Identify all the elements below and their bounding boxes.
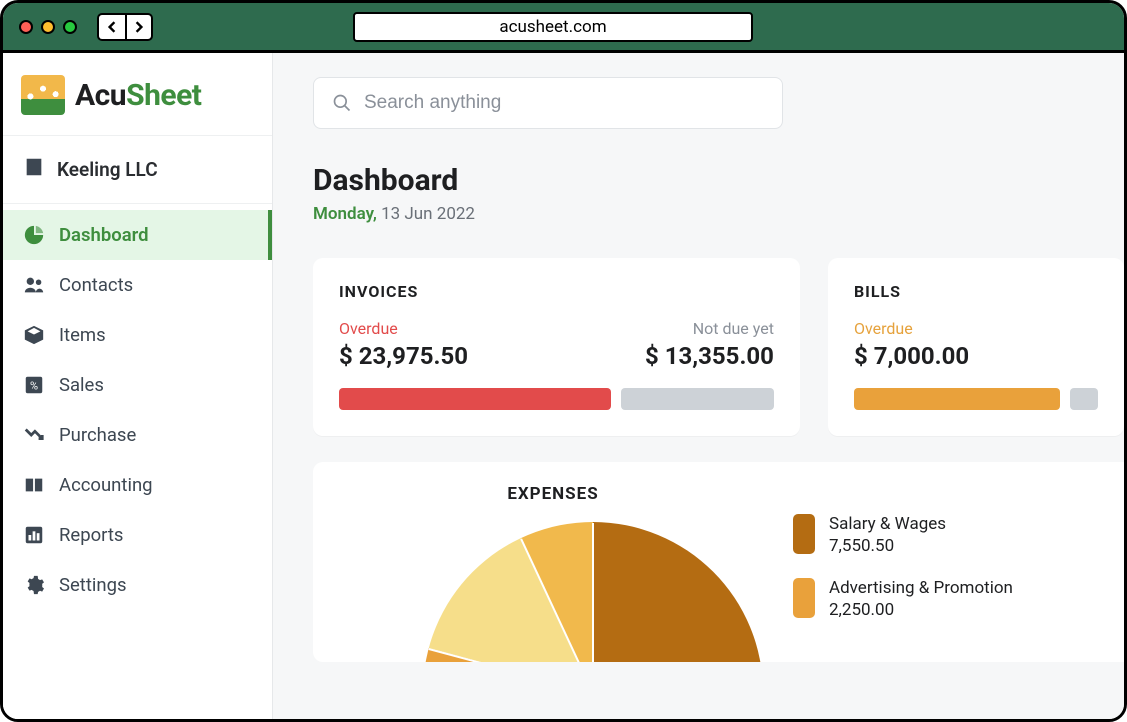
stat-label: Not due yet (645, 319, 774, 338)
sidebar-item-label: Settings (59, 574, 127, 596)
org-selector[interactable]: Keeling LLC (3, 136, 272, 204)
legend-item[interactable]: Advertising & Promotion 2,250.00 (793, 578, 1013, 620)
search-box[interactable] (313, 77, 783, 129)
invoices-stats: Overdue $ 23,975.50 Not due yet $ 13,355… (339, 319, 774, 370)
invoices-progress (339, 388, 774, 410)
stat-label: Overdue (854, 319, 1098, 338)
sidebar-item-label: Contacts (59, 274, 133, 296)
sidebar-item-label: Dashboard (59, 224, 149, 246)
search-icon (332, 93, 352, 113)
sidebar-item-accounting[interactable]: Accounting (3, 460, 272, 510)
stat-label: Overdue (339, 319, 468, 338)
legend-value: 2,250.00 (829, 600, 1013, 620)
legend-item[interactable]: Salary & Wages 7,550.50 (793, 514, 1013, 556)
expenses-pie-chart (423, 522, 763, 662)
app-root: AcuSheet Keeling LLC Dashboard (3, 53, 1124, 719)
card-title: EXPENSES (343, 484, 763, 504)
brand-logo-icon (21, 75, 65, 115)
overdue-bar (339, 388, 611, 410)
browser-forward-button[interactable] (125, 13, 153, 41)
brand-logo-text: AcuSheet (75, 78, 201, 113)
expenses-legend: Salary & Wages 7,550.50 Advertising & Pr… (793, 514, 1013, 620)
page-title: Dashboard (313, 163, 1124, 198)
sidebar-item-sales[interactable]: % Sales (3, 360, 272, 410)
legend-swatch (793, 514, 815, 554)
sidebar-item-contacts[interactable]: Contacts (3, 260, 272, 310)
sidebar-item-items[interactable]: Items (3, 310, 272, 360)
browser-back-button[interactable] (97, 13, 125, 41)
trend-down-icon (23, 424, 45, 446)
sidebar-item-settings[interactable]: Settings (3, 560, 272, 610)
org-name: Keeling LLC (57, 158, 158, 181)
page-date: Monday, 13 Jun 2022 (313, 204, 1124, 224)
browser-nav-arrows (97, 13, 153, 41)
brand-part2: Sheet (126, 78, 201, 113)
svg-text:%: % (30, 380, 38, 393)
sidebar-item-label: Reports (59, 524, 123, 546)
overdue-bar (854, 388, 1061, 410)
summary-cards-row: INVOICES Overdue $ 23,975.50 Not due yet… (313, 258, 1124, 436)
browser-window: acusheet.com AcuSheet Keeling LLC (0, 0, 1127, 722)
box-icon (23, 324, 45, 346)
bills-progress (854, 388, 1098, 410)
search-input[interactable] (364, 92, 764, 114)
notdue-bar (621, 388, 774, 410)
bills-card[interactable]: BILLS Overdue $ 7,000.00 (828, 258, 1124, 436)
maximize-window-button[interactable] (63, 20, 77, 34)
sidebar-nav: Dashboard Contacts Items % (3, 204, 272, 610)
remainder-bar (1070, 388, 1098, 410)
sidebar-item-label: Items (59, 324, 106, 346)
card-title: BILLS (854, 282, 1098, 301)
sidebar-item-purchase[interactable]: Purchase (3, 410, 272, 460)
legend-swatch (793, 578, 815, 618)
minimize-window-button[interactable] (41, 20, 55, 34)
people-icon (23, 274, 45, 296)
card-title: INVOICES (339, 282, 774, 301)
stat-value: $ 7,000.00 (854, 342, 1098, 370)
date-rest: 13 Jun 2022 (381, 204, 475, 224)
book-icon (23, 474, 45, 496)
brand-logo[interactable]: AcuSheet (3, 53, 272, 136)
sidebar-item-label: Accounting (59, 474, 153, 496)
bills-overdue-stat: Overdue $ 7,000.00 (854, 319, 1098, 370)
sidebar-item-reports[interactable]: Reports (3, 510, 272, 560)
sidebar-item-label: Purchase (59, 424, 136, 446)
expenses-card[interactable]: EXPENSES Salary & Wages 7,550.50 (313, 462, 1124, 662)
percent-tag-icon: % (23, 374, 45, 396)
page-header: Dashboard Monday, 13 Jun 2022 (313, 163, 1124, 224)
close-window-button[interactable] (19, 20, 33, 34)
browser-toolbar: acusheet.com (3, 3, 1124, 53)
address-bar-url: acusheet.com (499, 17, 606, 37)
brand-part1: Acu (75, 78, 126, 113)
date-weekday: Monday, (313, 204, 377, 224)
pie-chart-icon (23, 224, 45, 246)
legend-name: Advertising & Promotion (829, 578, 1013, 598)
bar-chart-icon (23, 524, 45, 546)
sidebar: AcuSheet Keeling LLC Dashboard (3, 53, 273, 719)
building-icon (23, 156, 45, 183)
invoices-card[interactable]: INVOICES Overdue $ 23,975.50 Not due yet… (313, 258, 800, 436)
sidebar-item-dashboard[interactable]: Dashboard (3, 210, 272, 260)
gear-icon (23, 574, 45, 596)
legend-value: 7,550.50 (829, 536, 946, 556)
window-controls (19, 20, 77, 34)
sidebar-item-label: Sales (59, 374, 104, 396)
address-bar[interactable]: acusheet.com (353, 12, 753, 42)
main-content: Dashboard Monday, 13 Jun 2022 INVOICES O… (273, 53, 1124, 719)
invoices-overdue-stat: Overdue $ 23,975.50 (339, 319, 468, 370)
stat-value: $ 13,355.00 (645, 342, 774, 370)
invoices-notdue-stat: Not due yet $ 13,355.00 (645, 319, 774, 370)
stat-value: $ 23,975.50 (339, 342, 468, 370)
legend-name: Salary & Wages (829, 514, 946, 534)
